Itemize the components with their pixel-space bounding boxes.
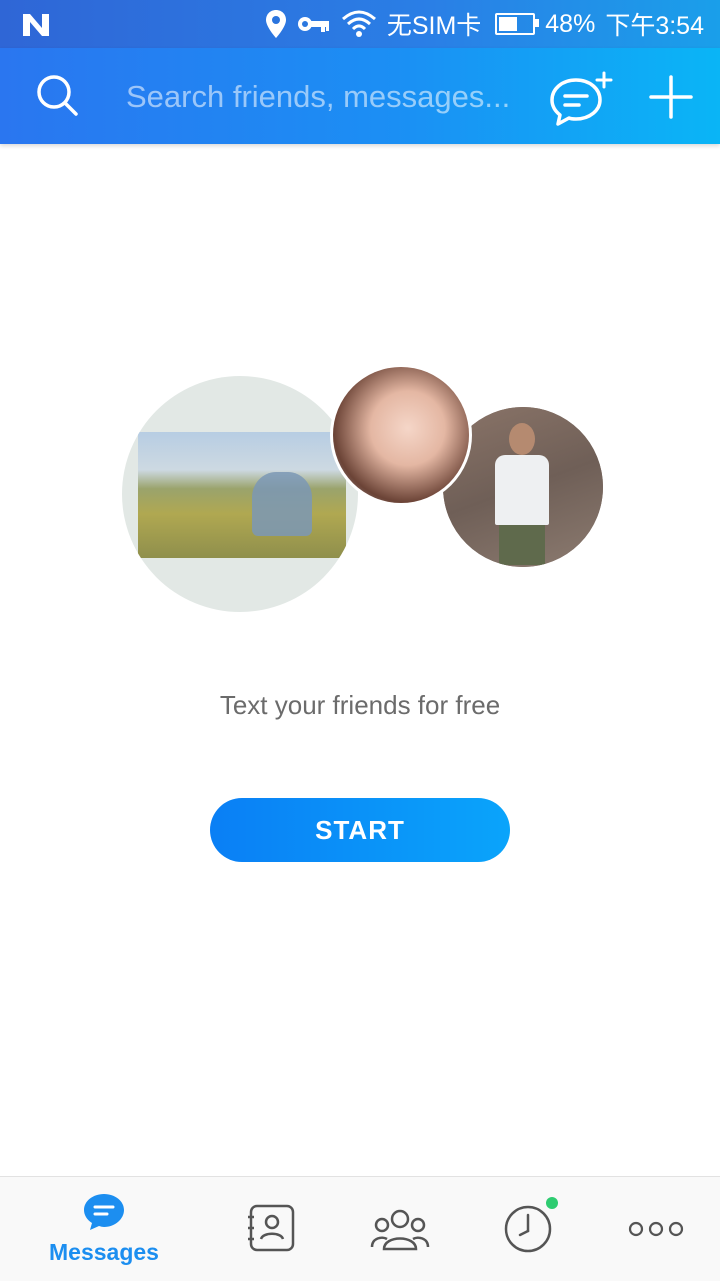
friends-illustration (120, 360, 606, 620)
notification-dot (546, 1197, 558, 1209)
contacts-icon (248, 1204, 295, 1252)
new-chat-icon[interactable] (548, 70, 614, 126)
tab-groups[interactable] (328, 1177, 472, 1281)
plus-icon[interactable] (648, 74, 694, 120)
carrier-text: 无SIM卡 (386, 12, 482, 40)
app-bar (0, 48, 720, 144)
empty-state-tagline: Text your friends for free (219, 690, 501, 720)
friend-photo-woman (330, 364, 472, 506)
key-icon (297, 17, 329, 32)
tab-messages-label: Messages (49, 1239, 159, 1265)
search-icon[interactable] (34, 72, 80, 118)
timeline-icon (504, 1205, 552, 1253)
bottom-nav: Messages (0, 1176, 720, 1281)
start-button[interactable]: START (210, 798, 510, 862)
tab-messages[interactable]: Messages (32, 1177, 176, 1281)
more-icon (628, 1221, 684, 1237)
group-icon (370, 1209, 430, 1251)
battery-icon (495, 13, 540, 35)
tab-more[interactable] (584, 1177, 720, 1281)
messages-icon (84, 1194, 124, 1230)
wifi-icon (341, 10, 376, 37)
clock: 下午3:54 (605, 12, 704, 40)
friend-photo-landscape (122, 376, 358, 612)
n-logo-icon (23, 14, 49, 36)
tab-timeline[interactable] (456, 1177, 600, 1281)
search-input[interactable] (124, 74, 528, 120)
status-bar: 无SIM卡 48% 下午3:54 (0, 0, 720, 48)
battery-percent: 48% (545, 9, 596, 38)
tab-contacts[interactable] (200, 1177, 344, 1281)
location-icon (265, 10, 286, 38)
